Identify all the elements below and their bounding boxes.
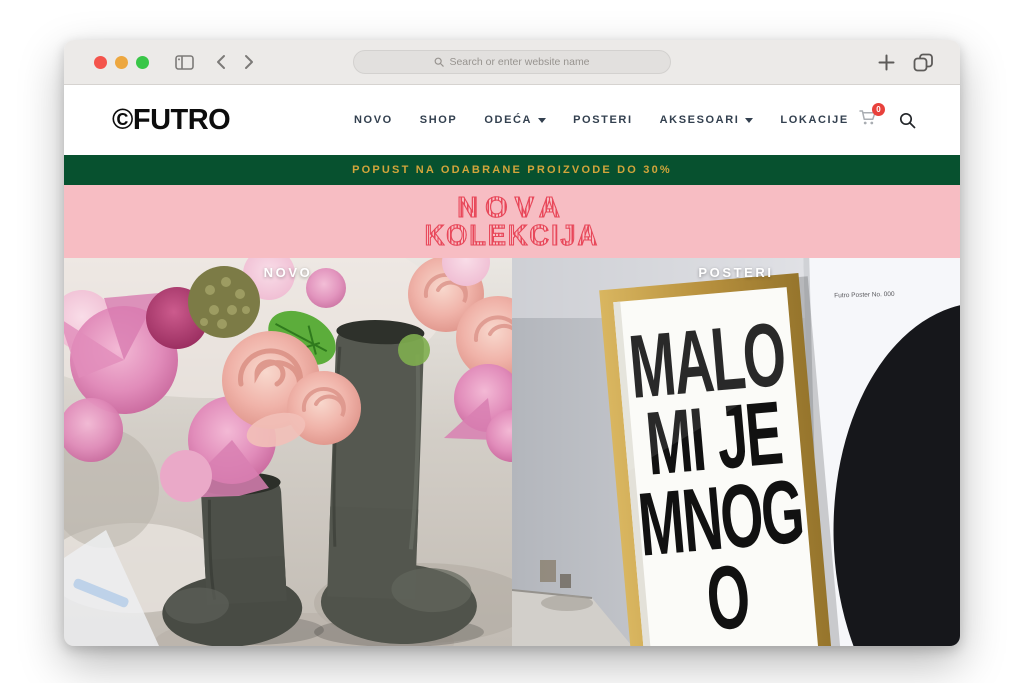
search-icon <box>899 112 916 129</box>
hero-title-line2: KOLEKCIJA <box>425 222 599 250</box>
tile-posteri[interactable]: POSTERI <box>512 258 960 646</box>
poster-line-4: O <box>703 546 753 646</box>
show-tabs-icon[interactable] <box>913 53 934 72</box>
search-button[interactable] <box>899 112 916 129</box>
posters-photo: Futro Poster No. 000 MALO MI JE MNOG O <box>512 258 960 646</box>
nav-item-lokacije[interactable]: LOKACIJE <box>780 114 848 126</box>
back-icon[interactable] <box>216 54 226 70</box>
cart-badge: 0 <box>872 103 885 116</box>
chevron-down-icon <box>745 118 753 123</box>
tile-novo[interactable]: NOVO <box>64 258 512 646</box>
close-window-button[interactable] <box>94 56 107 69</box>
forward-icon[interactable] <box>244 54 254 70</box>
new-tab-plus-icon[interactable] <box>878 54 895 71</box>
sidebar-icon[interactable] <box>175 55 194 70</box>
hero-title-line1: NOVA <box>457 194 567 222</box>
tile-posteri-label: POSTERI <box>512 265 960 280</box>
promo-banner: POPUST NA ODABRANE PROIZVODE DO 30% <box>64 155 960 185</box>
site-header: ©FUTRO NOVO SHOP ODEĆA POSTERI AKSESOARI… <box>64 85 960 155</box>
promo-banner-text: POPUST NA ODABRANE PROIZVODE DO 30% <box>352 164 672 176</box>
address-bar-placeholder: Search or enter website name <box>449 56 589 68</box>
address-bar[interactable]: Search or enter website name <box>353 50 671 74</box>
browser-chrome: Search or enter website name <box>64 40 960 85</box>
tile-novo-label: NOVO <box>64 265 512 280</box>
flowers-in-boots-photo <box>64 258 512 646</box>
browser-window: Search or enter website name ©FUTRO NOVO… <box>64 40 960 646</box>
cart-button[interactable]: 0 <box>859 109 877 131</box>
zoom-window-button[interactable] <box>136 56 149 69</box>
nav-item-posteri[interactable]: POSTERI <box>573 114 633 126</box>
category-tiles: NOVO <box>64 258 960 646</box>
minimize-window-button[interactable] <box>115 56 128 69</box>
nav-item-odeca[interactable]: ODEĆA <box>484 114 546 126</box>
chevron-down-icon <box>538 118 546 123</box>
nav-item-aksesoari[interactable]: AKSESOARI <box>660 114 754 126</box>
nav-item-novo[interactable]: NOVO <box>354 114 393 126</box>
nav-item-shop[interactable]: SHOP <box>420 114 458 126</box>
main-nav: NOVO SHOP ODEĆA POSTERI AKSESOARI LOKACI… <box>354 114 849 126</box>
site-logo[interactable]: ©FUTRO <box>112 104 230 137</box>
window-controls <box>94 56 149 69</box>
hero-section: NOVA KOLEKCIJA <box>64 185 960 258</box>
search-icon <box>434 57 444 67</box>
